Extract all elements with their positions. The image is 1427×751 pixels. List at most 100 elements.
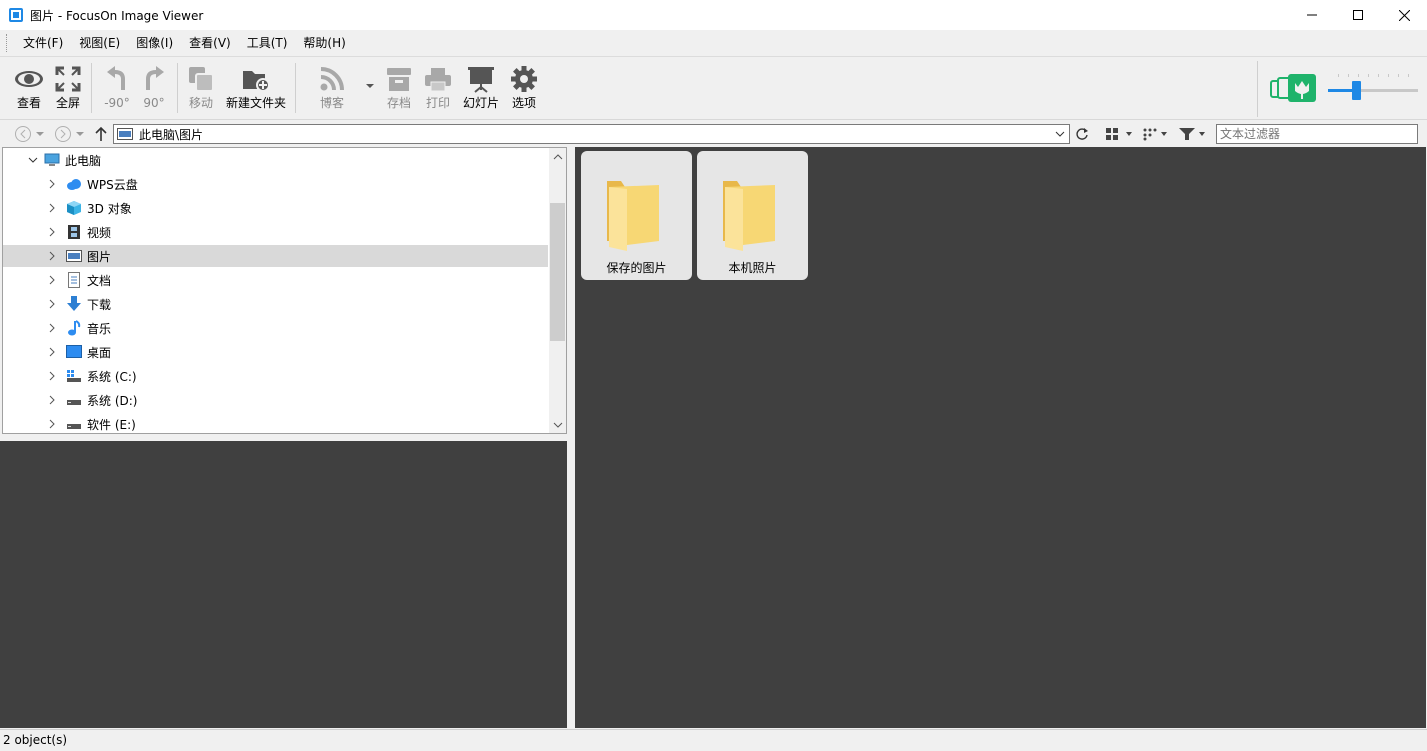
- tree-item-videos[interactable]: 视频: [3, 221, 548, 243]
- tree-item-music[interactable]: 音乐: [3, 317, 548, 339]
- minimize-button[interactable]: [1289, 0, 1335, 30]
- grid-view-icon: [1106, 128, 1132, 140]
- back-button[interactable]: [12, 125, 34, 143]
- forward-dropdown[interactable]: [74, 125, 86, 143]
- rotate-left-button[interactable]: -90°: [100, 63, 134, 115]
- document-icon: [66, 272, 82, 288]
- thumbnail-label: 保存的图片: [606, 261, 667, 275]
- menu-view[interactable]: 视图(E): [71, 33, 128, 53]
- tree-item-3d-objects[interactable]: 3D 对象: [3, 197, 548, 219]
- maximize-button[interactable]: [1335, 0, 1381, 30]
- scroll-down-button[interactable]: [549, 416, 566, 433]
- window-controls: [1289, 0, 1427, 30]
- tree-item-wps-cloud[interactable]: WPS云盘: [3, 173, 548, 195]
- refresh-icon: [1076, 128, 1088, 140]
- back-dropdown[interactable]: [34, 125, 46, 143]
- chevron-down-icon: [76, 131, 84, 136]
- print-button[interactable]: 打印: [422, 63, 454, 115]
- tree-item-documents[interactable]: 文档: [3, 269, 548, 291]
- menu-help[interactable]: 帮助(H): [295, 33, 353, 53]
- chevron-right-icon[interactable]: [46, 250, 58, 262]
- menu-file[interactable]: 文件(F): [15, 33, 71, 53]
- chevron-down-icon[interactable]: [1054, 128, 1066, 140]
- tree-item-drive-d[interactable]: 系统 (D:): [3, 389, 548, 411]
- slideshow-icon: [468, 67, 494, 93]
- menu-tools[interactable]: 工具(T): [239, 33, 296, 53]
- path-field[interactable]: 此电脑\图片: [113, 124, 1070, 144]
- folder-thumbnail[interactable]: 本机照片: [697, 151, 808, 280]
- archive-button[interactable]: 存档: [383, 63, 415, 115]
- slider-thumb[interactable]: [1352, 81, 1361, 100]
- chevron-right-icon[interactable]: [46, 322, 58, 334]
- status-text: 2 object(s): [3, 733, 68, 747]
- music-icon: [66, 320, 82, 336]
- new-folder-button[interactable]: 新建文件夹: [224, 63, 288, 115]
- download-icon: [66, 296, 82, 312]
- folder-tree: 此电脑 WPS云盘 3D 对象 视频 图片 文档 下载 音乐 桌面 系统 (C:…: [2, 147, 567, 434]
- menu-look[interactable]: 查看(V): [181, 33, 239, 53]
- blog-dropdown[interactable]: [365, 84, 375, 94]
- scroll-thumb[interactable]: [550, 203, 565, 341]
- rotate-left-icon: [107, 66, 125, 90]
- chevron-right-icon[interactable]: [46, 346, 58, 358]
- chevron-right-icon[interactable]: [46, 274, 58, 286]
- options-button[interactable]: 选项: [508, 63, 540, 115]
- menu-bar: 文件(F) 视图(E) 图像(I) 查看(V) 工具(T) 帮助(H): [0, 30, 1427, 57]
- tree-item-drive-e[interactable]: 软件 (E:): [3, 413, 548, 433]
- chevron-right-icon[interactable]: [46, 202, 58, 214]
- blog-button[interactable]: 博客: [313, 63, 351, 115]
- chevron-right-icon[interactable]: [46, 226, 58, 238]
- chevron-down-icon: [36, 131, 44, 136]
- chevron-right-icon[interactable]: [46, 178, 58, 190]
- slideshow-button[interactable]: 幻灯片: [462, 63, 500, 115]
- menu-image[interactable]: 图像(I): [128, 33, 181, 53]
- chevron-right-icon[interactable]: [46, 418, 58, 430]
- close-button[interactable]: [1381, 0, 1427, 30]
- drive-icon: [66, 416, 82, 432]
- tree-item-desktop[interactable]: 桌面: [3, 341, 548, 363]
- chevron-right-icon[interactable]: [46, 370, 58, 382]
- rotate-right-icon: [146, 66, 164, 90]
- view-mode-button[interactable]: [1104, 125, 1134, 143]
- status-bar: 2 object(s): [0, 729, 1427, 751]
- chevron-down-icon[interactable]: [27, 154, 39, 166]
- text-filter-input[interactable]: [1216, 124, 1418, 144]
- refresh-button[interactable]: [1073, 125, 1091, 143]
- scroll-up-button[interactable]: [549, 148, 566, 165]
- thumbnail-panel: 保存的图片 本机照片: [575, 147, 1426, 728]
- forward-button[interactable]: [52, 125, 74, 143]
- up-button[interactable]: [92, 125, 110, 143]
- rss-icon: [320, 67, 344, 91]
- rotate-right-button[interactable]: 90°: [138, 63, 170, 115]
- tree-item-this-pc[interactable]: 此电脑: [3, 149, 548, 171]
- tree-item-drive-c[interactable]: 系统 (C:): [3, 365, 548, 387]
- drive-icon: [66, 392, 82, 408]
- tree-item-downloads[interactable]: 下载: [3, 293, 548, 315]
- move-button[interactable]: 移动: [184, 63, 218, 115]
- gear-icon: [511, 66, 537, 92]
- folder-icon: [723, 181, 775, 251]
- chevron-right-icon[interactable]: [46, 298, 58, 310]
- toolbar: 查看 全屏 -90° 90° 移动 新建文件夹 博客 存档 打印 幻灯片 选项: [0, 57, 1427, 120]
- fullscreen-button[interactable]: 全屏: [52, 63, 84, 115]
- close-icon: [1398, 9, 1410, 21]
- sort-icon: [1143, 128, 1167, 141]
- fullscreen-icon: [55, 66, 81, 92]
- tree-scrollbar[interactable]: [549, 148, 566, 433]
- view-button[interactable]: 查看: [12, 63, 46, 115]
- toolbar-separator: [177, 63, 178, 113]
- tree-item-pictures[interactable]: 图片: [3, 245, 548, 267]
- sort-button[interactable]: [1142, 125, 1172, 143]
- chevron-right-icon[interactable]: [46, 394, 58, 406]
- panel-splitter[interactable]: [567, 147, 575, 728]
- zoom-slider[interactable]: [1328, 74, 1418, 103]
- computer-icon: [44, 152, 60, 168]
- toolbar-separator: [91, 63, 92, 113]
- minimize-icon: [1307, 14, 1317, 16]
- eye-icon: [15, 71, 43, 87]
- filter-button[interactable]: [1177, 125, 1209, 143]
- drive-icon: [66, 368, 82, 384]
- folder-thumbnail[interactable]: 保存的图片: [581, 151, 692, 280]
- new-folder-icon: [243, 71, 270, 92]
- film-icon: [66, 224, 82, 240]
